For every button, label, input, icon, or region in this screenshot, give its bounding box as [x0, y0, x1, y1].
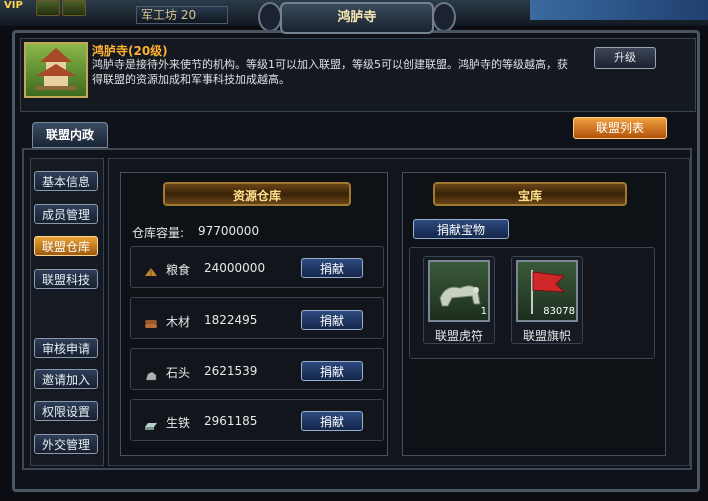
stone-icon — [144, 366, 158, 381]
building-description: 鸿胪寺是接待外来使节的机构。等级1可以加入联盟，等级5可以创建联盟。鸿胪寺的等级… — [92, 58, 568, 86]
capacity-label: 仓库容量: — [132, 226, 185, 240]
donate-iron-button[interactable]: 捐献 — [301, 411, 363, 431]
frame-ornament-right-icon — [432, 2, 456, 32]
top-right-bar — [530, 0, 708, 20]
resource-value: 2621539 — [204, 364, 258, 378]
sidebar-item-invite[interactable]: 邀请加入 — [34, 369, 98, 389]
tab-alliance-affairs[interactable]: 联盟内政 — [32, 122, 108, 148]
pagoda-building-icon — [24, 42, 88, 98]
resource-name: 生铁 — [166, 416, 191, 430]
alliance-list-button[interactable]: 联盟列表 — [573, 117, 667, 139]
quick-slot-2-button[interactable] — [62, 0, 86, 16]
window-title: 鸿胪寺 — [280, 2, 434, 34]
grain-icon — [144, 262, 158, 276]
sidebar-item-alliance-tech[interactable]: 联盟科技 — [34, 269, 98, 289]
sidebar-item-review-applications[interactable]: 审核申请 — [34, 338, 98, 358]
resource-value: 2961185 — [204, 414, 258, 428]
resource-value: 1822495 — [204, 313, 258, 327]
item-name: 联盟旗帜 — [522, 329, 571, 343]
upgrade-button[interactable]: 升级 — [594, 47, 656, 69]
quick-slot-1-button[interactable] — [36, 0, 60, 16]
item-count: 83078 — [543, 306, 575, 317]
barracks-level-label: 军工坊 20 — [136, 6, 228, 24]
item-count: 1 — [480, 306, 487, 317]
resource-name: 粮食 — [166, 263, 191, 277]
resource-warehouse-title: 资源仓库 — [163, 182, 351, 206]
vip-badge: VIP — [4, 0, 23, 11]
sidebar-item-alliance-warehouse[interactable]: 联盟仓库 — [34, 236, 98, 256]
treasury-title: 宝库 — [433, 182, 627, 206]
wood-icon — [144, 314, 158, 328]
item-name: 联盟虎符 — [434, 329, 483, 343]
sidebar-item-diplomacy[interactable]: 外交管理 — [34, 434, 98, 454]
sidebar-item-member-management[interactable]: 成员管理 — [34, 204, 98, 224]
donate-treasure-button[interactable]: 捐献宝物 — [413, 219, 509, 239]
frame-ornament-left-icon — [258, 2, 282, 32]
resource-name: 木材 — [166, 315, 191, 329]
donate-grain-button[interactable]: 捐献 — [301, 258, 363, 278]
resource-value: 24000000 — [204, 261, 266, 275]
donate-stone-button[interactable]: 捐献 — [301, 361, 363, 381]
sidebar-item-permissions[interactable]: 权限设置 — [34, 401, 98, 421]
resource-name: 石头 — [166, 366, 191, 380]
sidebar-item-basic-info[interactable]: 基本信息 — [34, 171, 98, 191]
donate-wood-button[interactable]: 捐献 — [301, 310, 363, 330]
iron-icon — [144, 416, 158, 430]
capacity-value: 97700000 — [198, 224, 260, 238]
